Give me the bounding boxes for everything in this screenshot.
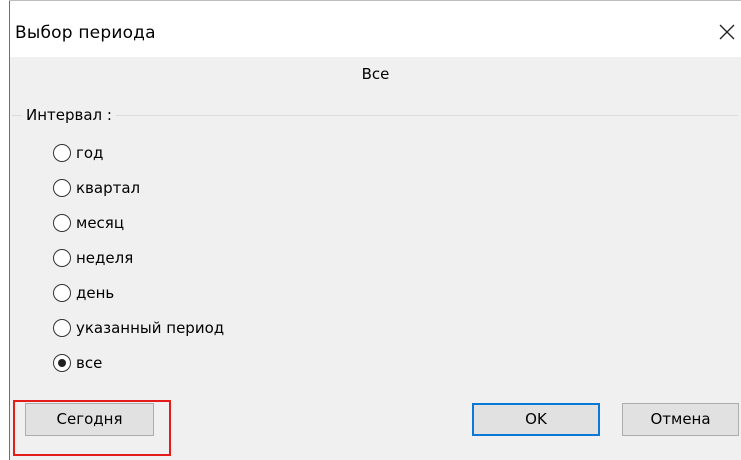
radio-custom-period[interactable]: указанный период (53, 314, 224, 342)
radio-button-selected[interactable] (53, 354, 71, 372)
radio-week[interactable]: неделя (53, 244, 133, 272)
radio-label: все (76, 354, 103, 372)
radio-button[interactable] (53, 284, 71, 302)
close-icon (719, 24, 735, 40)
radio-button[interactable] (53, 319, 71, 337)
interval-group-label: Интервал : (22, 103, 116, 127)
radio-all[interactable]: все (53, 349, 102, 377)
radio-label: месяц (76, 214, 125, 232)
radio-label: год (76, 144, 104, 162)
radio-quarter[interactable]: квартал (53, 174, 140, 202)
radio-label: неделя (76, 249, 134, 267)
radio-day[interactable]: день (53, 279, 114, 307)
radio-year[interactable]: год (53, 139, 103, 167)
radio-button[interactable] (53, 249, 71, 267)
dialog-title: Выбор периода (15, 23, 156, 43)
interval-group-divider (12, 115, 738, 116)
radio-label: квартал (76, 179, 141, 197)
radio-dot-icon (57, 358, 66, 367)
radio-label: день (76, 284, 115, 302)
period-dialog: Выбор периода Все Интервал : год квартал… (0, 0, 741, 460)
title-bar: Выбор периода (10, 1, 741, 57)
radio-month[interactable]: месяц (53, 209, 124, 237)
cancel-button[interactable]: Отмена (622, 403, 739, 436)
radio-button[interactable] (53, 214, 71, 232)
radio-button[interactable] (53, 144, 71, 162)
current-period-label: Все (361, 65, 390, 83)
radio-label: указанный период (76, 319, 225, 337)
ok-button[interactable]: OK (472, 403, 600, 436)
radio-button[interactable] (53, 179, 71, 197)
today-button-highlight (13, 400, 171, 456)
close-button[interactable] (712, 17, 741, 47)
